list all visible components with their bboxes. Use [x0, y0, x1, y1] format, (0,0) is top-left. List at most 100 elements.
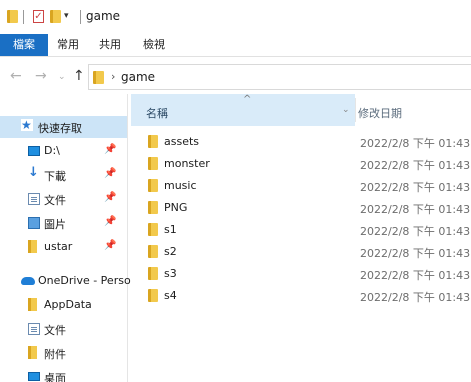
file-date: 2022/2/8 下午 01:43 — [360, 225, 471, 238]
drive-icon — [28, 146, 40, 156]
pin-icon[interactable]: 📌 — [104, 144, 116, 155]
list-item[interactable]: s4 2022/2/8 下午 01:43 — [131, 284, 471, 306]
navigation-pane: ★ 快速存取 D:\ 📌 ↓ 下載 📌 文件 📌 圖片 📌 ustar 📌 On… — [0, 94, 131, 382]
properties-icon[interactable]: ✓ — [33, 10, 44, 23]
address-bar[interactable]: › game — [88, 64, 471, 90]
sidebar-item-pictures[interactable]: 圖片 📌 — [0, 212, 127, 234]
recent-locations-icon[interactable]: ⌄ — [58, 72, 66, 82]
file-date: 2022/2/8 下午 01:43 — [360, 247, 471, 260]
folder-icon — [148, 135, 158, 148]
file-name: s4 — [164, 289, 177, 302]
sidebar-item-label: 文件 — [44, 324, 66, 337]
sidebar-item-label: 文件 — [44, 194, 66, 207]
picture-icon — [28, 217, 40, 229]
cloud-icon — [21, 277, 35, 285]
navigation-bar: ← → ⌄ ↑ › game — [0, 60, 471, 94]
divider — [80, 10, 81, 24]
sidebar-item-d-drive[interactable]: D:\ 📌 — [0, 140, 127, 162]
back-arrow-icon[interactable]: ← — [10, 68, 22, 84]
window-title: game — [86, 9, 121, 23]
sidebar-item-label: 下載 — [44, 170, 66, 183]
sidebar-item-downloads[interactable]: ↓ 下載 📌 — [0, 164, 127, 186]
column-header-date[interactable]: 修改日期 — [358, 105, 402, 121]
document-icon — [28, 323, 40, 335]
customize-quick-access-icon[interactable]: ▾ — [64, 11, 69, 21]
file-date: 2022/2/8 下午 01:43 — [360, 291, 471, 304]
folder-icon — [28, 240, 37, 253]
file-name: monster — [164, 157, 210, 170]
sidebar-item-onedrive-documents[interactable]: 文件 — [0, 318, 127, 340]
folder-icon — [7, 10, 18, 23]
column-name-label: 名稱 — [146, 107, 168, 120]
list-item[interactable]: monster 2022/2/8 下午 01:43 — [131, 152, 471, 174]
pin-icon[interactable]: 📌 — [104, 168, 116, 179]
sidebar-item-label: AppData — [44, 298, 92, 311]
folder-icon — [93, 71, 104, 84]
folder-icon — [148, 157, 158, 170]
up-arrow-icon[interactable]: ↑ — [73, 68, 85, 84]
file-date: 2022/2/8 下午 01:43 — [360, 203, 471, 216]
sidebar-item-label: OneDrive - Perso — [38, 274, 131, 287]
folder-icon — [148, 289, 158, 302]
breadcrumb[interactable]: game — [121, 70, 155, 84]
tab-home[interactable]: 常用 — [50, 34, 86, 56]
folder-icon — [148, 179, 158, 192]
file-date: 2022/2/8 下午 01:43 — [360, 159, 471, 172]
folder-icon — [148, 201, 158, 214]
sidebar-item-label: D:\ — [44, 144, 60, 157]
column-header-name[interactable]: ^ 名稱 — [131, 94, 355, 126]
file-name: s3 — [164, 267, 177, 280]
sort-ascending-icon: ^ — [243, 94, 252, 105]
sidebar-item-label: 附件 — [44, 348, 66, 361]
ribbon-tabs: 檔案 常用 共用 檢視 — [0, 34, 471, 57]
sidebar-item-attachments[interactable]: 附件 — [0, 342, 127, 364]
sidebar-item-documents[interactable]: 文件 📌 — [0, 188, 127, 210]
folder-icon — [148, 267, 158, 280]
sidebar-item-onedrive[interactable]: OneDrive - Perso — [0, 270, 131, 292]
tab-share[interactable]: 共用 — [92, 34, 128, 56]
list-item[interactable]: s3 2022/2/8 下午 01:43 — [131, 262, 471, 284]
sidebar-item-desktop[interactable]: 桌面 — [0, 366, 127, 382]
quick-access[interactable]: ★ 快速存取 — [0, 116, 127, 138]
forward-arrow-icon[interactable]: → — [35, 68, 47, 84]
column-header-row: ^ 名稱 ⌄ 修改日期 — [131, 94, 471, 126]
sidebar-item-label: 桌面 — [44, 372, 66, 382]
folder-icon — [148, 223, 158, 236]
list-item[interactable]: s2 2022/2/8 下午 01:43 — [131, 240, 471, 262]
file-date: 2022/2/8 下午 01:43 — [360, 181, 471, 194]
sidebar-item-appdata[interactable]: AppData — [0, 294, 127, 316]
pin-icon[interactable]: 📌 — [104, 240, 116, 251]
quick-access-label: 快速存取 — [38, 122, 82, 135]
divider — [23, 10, 24, 24]
download-icon: ↓ — [28, 165, 39, 180]
chevron-down-icon[interactable]: ⌄ — [342, 105, 350, 115]
new-folder-icon[interactable] — [50, 10, 61, 23]
list-item[interactable]: s1 2022/2/8 下午 01:43 — [131, 218, 471, 240]
file-list: ^ 名稱 ⌄ 修改日期 assets 2022/2/8 下午 01:43 mon… — [131, 94, 471, 382]
folder-icon — [148, 245, 158, 258]
file-name: s1 — [164, 223, 177, 236]
star-icon: ★ — [21, 118, 33, 132]
sidebar-item-label: ustar — [44, 240, 73, 253]
pin-icon[interactable]: 📌 — [104, 192, 116, 203]
document-icon — [28, 193, 40, 205]
desktop-icon — [28, 372, 40, 381]
list-item[interactable]: assets 2022/2/8 下午 01:43 — [131, 130, 471, 152]
file-name: s2 — [164, 245, 177, 258]
column-divider[interactable] — [355, 98, 356, 122]
tab-file[interactable]: 檔案 — [0, 34, 48, 56]
sidebar-item-label: 圖片 — [44, 218, 66, 231]
pin-icon[interactable]: 📌 — [104, 216, 116, 227]
title-bar: ✓ ▾ game — [0, 0, 471, 34]
folder-icon — [28, 298, 37, 311]
list-item[interactable]: PNG 2022/2/8 下午 01:43 — [131, 196, 471, 218]
breadcrumb-separator[interactable]: › — [111, 70, 115, 83]
file-name: PNG — [164, 201, 188, 214]
file-date: 2022/2/8 下午 01:43 — [360, 137, 471, 150]
tab-view[interactable]: 檢視 — [136, 34, 172, 56]
list-item[interactable]: music 2022/2/8 下午 01:43 — [131, 174, 471, 196]
sidebar-item-ustar[interactable]: ustar 📌 — [0, 236, 127, 258]
file-date: 2022/2/8 下午 01:43 — [360, 269, 471, 282]
file-name: music — [164, 179, 197, 192]
folder-icon — [28, 346, 37, 359]
